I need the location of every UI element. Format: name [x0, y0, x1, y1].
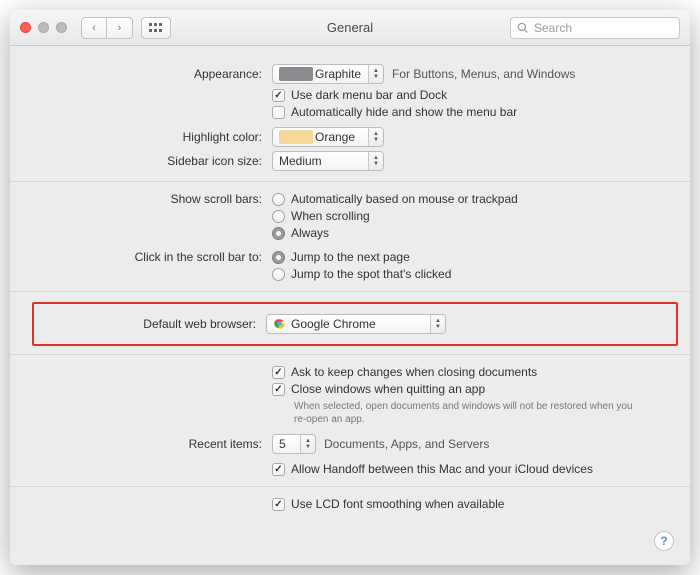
close-window-icon[interactable] — [20, 22, 31, 33]
preferences-window: ‹ › General Search Appearance: Graphite … — [10, 10, 690, 565]
chevron-updown-icon: ▲▼ — [300, 435, 315, 453]
highlight-select[interactable]: Orange ▲▼ — [272, 127, 384, 147]
nav-back-forward: ‹ › — [81, 17, 133, 39]
ask-keep-changes-label: Ask to keep changes when closing documen… — [291, 365, 537, 379]
grid-icon — [149, 23, 163, 33]
browser-label: Default web browser: — [40, 317, 266, 331]
lcd-smoothing-label: Use LCD font smoothing when available — [291, 497, 504, 511]
scroll-whenscrolling-label: When scrolling — [291, 209, 370, 223]
recent-items-value: 5 — [279, 437, 286, 451]
highlight-label: Highlight color: — [40, 130, 272, 144]
scroll-always-radio[interactable]: Always — [272, 226, 329, 240]
recent-items-label: Recent items: — [40, 437, 272, 451]
appearance-swatch — [279, 67, 313, 81]
help-icon: ? — [660, 534, 667, 548]
lcd-smoothing-checkbox[interactable]: Use LCD font smoothing when available — [272, 497, 504, 511]
appearance-select[interactable]: Graphite ▲▼ — [272, 64, 384, 84]
window-controls — [20, 22, 67, 33]
scrollbars-label: Show scroll bars: — [40, 192, 272, 206]
scrollclick-nextpage-radio[interactable]: Jump to the next page — [272, 250, 410, 264]
separator — [10, 291, 690, 292]
scroll-auto-label: Automatically based on mouse or trackpad — [291, 192, 518, 206]
sidebar-size-label: Sidebar icon size: — [40, 154, 272, 168]
highlight-value: Orange — [315, 130, 355, 144]
ask-keep-changes-checkbox[interactable]: Ask to keep changes when closing documen… — [272, 365, 537, 379]
scroll-whenscrolling-radio[interactable]: When scrolling — [272, 209, 370, 223]
separator — [10, 354, 690, 355]
search-field[interactable]: Search — [510, 17, 680, 39]
scrollclick-nextpage-label: Jump to the next page — [291, 250, 410, 264]
zoom-window-icon[interactable] — [56, 22, 67, 33]
search-icon — [517, 22, 529, 34]
recent-items-select[interactable]: 5 ▲▼ — [272, 434, 316, 454]
highlighted-region: Default web browser: Google Chrome ▲▼ — [32, 302, 678, 346]
dark-menu-checkbox[interactable]: Use dark menu bar and Dock — [272, 88, 447, 102]
chevron-updown-icon: ▲▼ — [368, 128, 383, 146]
scrollclick-spot-label: Jump to the spot that's clicked — [291, 267, 451, 281]
dark-menu-label: Use dark menu bar and Dock — [291, 88, 447, 102]
appearance-hint: For Buttons, Menus, and Windows — [392, 67, 575, 81]
back-button[interactable]: ‹ — [81, 17, 107, 39]
handoff-label: Allow Handoff between this Mac and your … — [291, 462, 593, 476]
chevron-updown-icon: ▲▼ — [368, 65, 383, 83]
autohide-menu-label: Automatically hide and show the menu bar — [291, 105, 517, 119]
chrome-icon — [273, 317, 287, 331]
browser-value: Google Chrome — [291, 317, 376, 331]
sidebar-size-value: Medium — [279, 154, 322, 168]
help-button[interactable]: ? — [654, 531, 674, 551]
show-all-button[interactable] — [141, 17, 171, 39]
recent-items-suffix: Documents, Apps, and Servers — [324, 437, 489, 451]
highlight-swatch — [279, 130, 313, 144]
default-browser-select[interactable]: Google Chrome ▲▼ — [266, 314, 446, 334]
forward-button[interactable]: › — [107, 17, 133, 39]
appearance-label: Appearance: — [40, 67, 272, 81]
content-area: Appearance: Graphite ▲▼ For Buttons, Men… — [10, 46, 690, 525]
handoff-checkbox[interactable]: Allow Handoff between this Mac and your … — [272, 462, 593, 476]
separator — [10, 181, 690, 182]
separator — [10, 486, 690, 487]
appearance-value: Graphite — [315, 67, 361, 81]
scroll-always-label: Always — [291, 226, 329, 240]
close-windows-label: Close windows when quitting an app — [291, 382, 485, 396]
scroll-auto-radio[interactable]: Automatically based on mouse or trackpad — [272, 192, 518, 206]
close-windows-subtext: When selected, open documents and window… — [294, 401, 634, 426]
close-windows-checkbox[interactable]: Close windows when quitting an app — [272, 382, 485, 396]
scrollclick-label: Click in the scroll bar to: — [40, 250, 272, 264]
minimize-window-icon[interactable] — [38, 22, 49, 33]
autohide-menu-checkbox[interactable]: Automatically hide and show the menu bar — [272, 105, 517, 119]
scrollclick-spot-radio[interactable]: Jump to the spot that's clicked — [272, 267, 451, 281]
chevron-updown-icon: ▲▼ — [368, 152, 383, 170]
titlebar: ‹ › General Search — [10, 10, 690, 46]
sidebar-size-select[interactable]: Medium ▲▼ — [272, 151, 384, 171]
chevron-updown-icon: ▲▼ — [430, 315, 445, 333]
search-placeholder: Search — [534, 21, 572, 35]
